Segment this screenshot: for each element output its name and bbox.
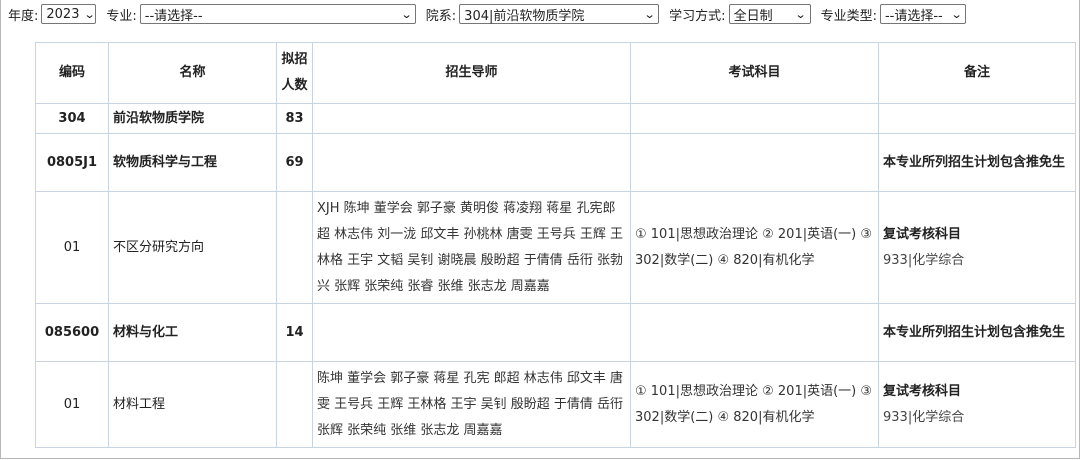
chevron-down-icon: ⌄ [643, 7, 656, 21]
department-select-value: 304|前沿软物质学院 [464, 8, 585, 24]
row-name: 软物质科学与工程 [108, 133, 277, 192]
table-row: 0805J1 软物质科学与工程 69 本专业所列招生计划包含推免生 [35, 133, 1076, 192]
row-name: 不区分研究方向 [108, 191, 277, 304]
row-note-title: 复试考核科目 [883, 383, 962, 399]
study-mode-select[interactable]: 全日制 ⌄ [728, 4, 811, 24]
header-quota-line2: 人数 [281, 78, 308, 93]
row-subjects [630, 103, 879, 134]
row-code: 085600 [35, 303, 109, 362]
header-subjects: 考试科目 [630, 42, 879, 104]
row-name: 材料工程 [108, 361, 277, 448]
header-advisors: 招生导师 [312, 42, 631, 104]
major-label: 专业: [106, 8, 137, 24]
row-note-detail: 933|化学综合 [883, 409, 965, 425]
row-notes: 复试考核科目 933|化学综合 [878, 361, 1076, 448]
row-subjects [630, 303, 879, 362]
row-note-title: 复试考核科目 [883, 226, 962, 242]
row-subjects: ① 101|思想政治理论 ② 201|英语(一) ③ 302|数学(二) ④ 8… [630, 191, 879, 304]
table-row: 085600 材料与化工 14 本专业所列招生计划包含推免生 [35, 303, 1076, 362]
chevron-down-icon: ⌄ [84, 7, 97, 21]
row-advisors: XJH 陈坤 董学会 郭子豪 黄明俊 蒋凌翔 蒋星 孔宪郎超 林志伟 刘一泷 邱… [312, 191, 631, 304]
year-label: 年度: [8, 8, 39, 24]
major-select[interactable]: --请选择-- ⌄ [139, 4, 416, 24]
row-notes [878, 103, 1076, 134]
department-label: 院系: [425, 8, 457, 24]
chevron-down-icon: ⌄ [794, 7, 807, 21]
row-note-title: 本专业所列招生计划包含推免生 [878, 303, 1076, 362]
row-code: 01 [35, 361, 109, 448]
table-header-row: 编码 名称 拟招 人数 招生导师 考试科目 备注 [35, 42, 1076, 104]
row-quota: 14 [276, 303, 313, 362]
study-mode-label: 学习方式: [669, 8, 726, 24]
department-select[interactable]: 304|前沿软物质学院 ⌄ [459, 4, 660, 24]
row-notes: 复试考核科目 933|化学综合 [878, 191, 1076, 304]
major-type-label: 专业类型: [820, 8, 877, 24]
year-select-value: 2023 [46, 6, 80, 22]
filter-bar: 年度: 2023 ⌄ 专业: --请选择-- ⌄ 院系: 304|前沿软物质学院… [8, 3, 976, 25]
row-code: 304 [35, 103, 109, 134]
table-row: 01 不区分研究方向 XJH 陈坤 董学会 郭子豪 黄明俊 蒋凌翔 蒋星 孔宪郎… [35, 191, 1076, 304]
row-quota: 69 [276, 133, 313, 192]
table-row: 304 前沿软物质学院 83 [35, 103, 1076, 134]
row-advisors [312, 303, 631, 362]
row-subjects [630, 133, 879, 192]
header-code: 编码 [35, 42, 109, 104]
major-type-select-value: --请选择-- [884, 8, 943, 24]
row-subjects: ① 101|思想政治理论 ② 201|英语(一) ③ 302|数学(二) ④ 8… [630, 361, 879, 448]
year-select[interactable]: 2023 ⌄ [41, 4, 97, 24]
header-notes: 备注 [878, 42, 1076, 104]
header-quota: 拟招 人数 [276, 42, 313, 104]
major-type-select[interactable]: --请选择-- ⌄ [879, 4, 966, 24]
row-code: 0805J1 [35, 133, 109, 192]
row-quota [276, 361, 313, 448]
table-row: 01 材料工程 陈坤 董学会 郭子豪 蒋星 孔宪 郎超 林志伟 邱文丰 唐雯 王… [35, 361, 1076, 448]
row-advisors: 陈坤 董学会 郭子豪 蒋星 孔宪 郎超 林志伟 邱文丰 唐雯 王号兵 王辉 王林… [312, 361, 631, 448]
row-name: 前沿软物质学院 [108, 103, 277, 134]
row-quota: 83 [276, 103, 313, 134]
header-name: 名称 [108, 42, 277, 104]
row-advisors [312, 103, 631, 134]
header-quota-line1: 拟招 [281, 52, 308, 67]
row-quota [276, 191, 313, 304]
row-code: 01 [35, 191, 109, 304]
row-note-detail: 933|化学综合 [883, 252, 965, 268]
row-name: 材料与化工 [108, 303, 277, 362]
study-mode-select-value: 全日制 [733, 8, 773, 24]
chevron-down-icon: ⌄ [400, 7, 413, 21]
chevron-down-icon: ⌄ [950, 7, 963, 21]
row-advisors [312, 133, 631, 192]
row-note-title: 本专业所列招生计划包含推免生 [878, 133, 1076, 192]
major-select-value: --请选择-- [144, 8, 203, 24]
enrollment-table: 编码 名称 拟招 人数 招生导师 考试科目 备注 304 前沿软物质学院 83 … [35, 42, 1076, 448]
